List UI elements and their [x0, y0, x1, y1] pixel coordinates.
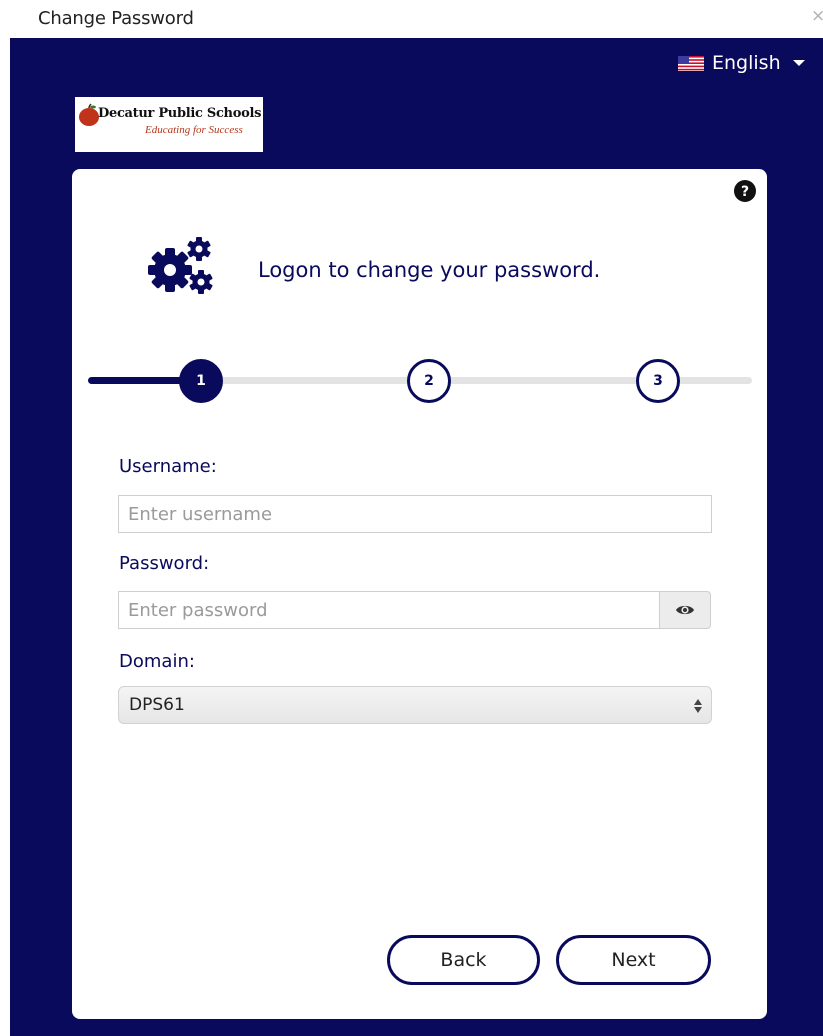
password-label: Password:	[119, 553, 210, 574]
show-password-button[interactable]	[659, 591, 711, 629]
gears-icon	[148, 237, 213, 294]
us-flag-icon	[678, 55, 704, 71]
step-1: 1	[179, 359, 223, 403]
eye-icon	[676, 605, 694, 615]
caret-down-icon	[792, 60, 805, 66]
page-heading: Logon to change your password.	[258, 258, 601, 282]
domain-value: DPS61	[129, 695, 185, 715]
language-selector[interactable]: English	[678, 50, 805, 76]
window-title: Change Password	[38, 8, 194, 29]
next-button[interactable]: Next	[556, 935, 711, 985]
svg-text:?: ?	[741, 184, 749, 200]
step-2: 2	[407, 359, 451, 403]
step-3: 3	[636, 359, 680, 403]
school-logo: Decatur Public Schools Educating for Suc…	[75, 97, 263, 152]
close-icon[interactable]: ×	[811, 6, 823, 26]
username-input[interactable]	[118, 495, 712, 533]
select-arrows-icon	[694, 699, 702, 713]
domain-select[interactable]: DPS61	[118, 686, 712, 724]
question-circle-icon[interactable]: ?	[734, 180, 756, 202]
domain-label: Domain:	[119, 651, 195, 672]
language-label: English	[712, 52, 781, 74]
logo-tagline: Educating for Success	[145, 124, 243, 136]
password-input[interactable]	[118, 591, 660, 629]
back-button[interactable]: Back	[387, 935, 540, 985]
logo-name: Decatur Public Schools	[98, 106, 262, 121]
username-label: Username:	[119, 456, 217, 477]
